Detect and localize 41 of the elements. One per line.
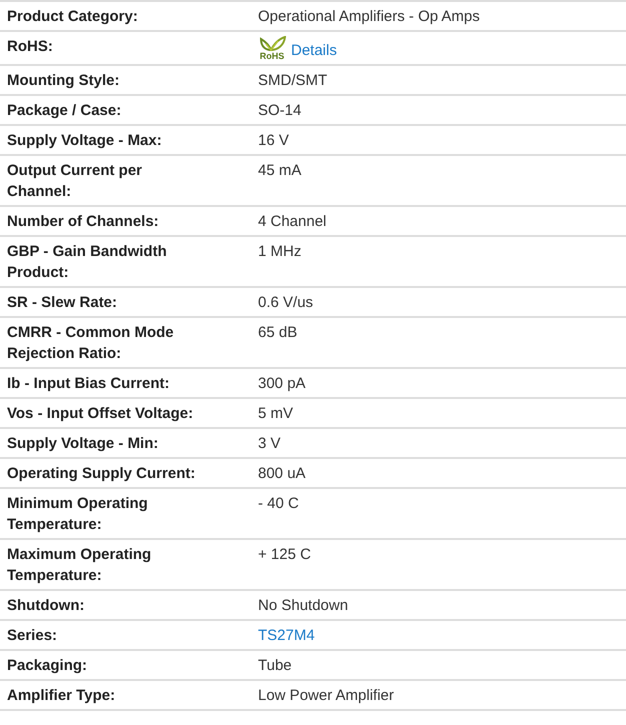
spec-value: Operational Amplifiers - Op Amps <box>258 8 480 25</box>
spec-value: Low Power Amplifier <box>258 687 394 704</box>
spec-label: Mounting Style: <box>7 71 120 91</box>
spec-value: 16 V <box>258 132 289 149</box>
spec-label: Supply Voltage - Max: <box>7 131 162 151</box>
spec-label: CMRR - Common Mode Rejection Ratio: <box>7 323 175 364</box>
rohs-logo: RoHS <box>258 36 286 61</box>
spec-value: + 125 C <box>258 546 311 563</box>
spec-label: Amplifier Type: <box>7 686 116 706</box>
spec-value: No Shutdown <box>258 597 348 614</box>
spec-label: GBP - Gain Bandwidth Product: <box>7 242 168 283</box>
spec-value: 0.6 V/us <box>258 294 314 311</box>
spec-label: Package / Case: <box>7 101 122 121</box>
spec-label: Packaging: <box>7 656 88 676</box>
spec-value: 65 dB <box>258 324 298 341</box>
series-link[interactable]: TS27M4 <box>258 627 315 644</box>
spec-label: Shutdown: <box>7 596 84 616</box>
spec-value: SO-14 <box>258 102 302 119</box>
spec-label: Vos - Input Offset Voltage: <box>7 404 194 424</box>
spec-value: 3 V <box>258 435 281 452</box>
spec-value: 800 uA <box>258 465 306 482</box>
spec-value: 1 MHz <box>258 243 302 260</box>
spec-label: Series: <box>7 626 58 646</box>
spec-label: Ib - Input Bias Current: <box>7 374 170 394</box>
spec-value: - 40 C <box>258 495 299 512</box>
spec-label: Output Current per Channel: <box>7 161 143 202</box>
spec-label: Operating Supply Current: <box>7 464 196 484</box>
spec-label: RoHS: <box>7 37 53 57</box>
details-link[interactable]: Details <box>291 40 337 61</box>
spec-value: 300 pA <box>258 375 306 392</box>
spec-label: Product Category: <box>7 7 138 27</box>
spec-value: 5 mV <box>258 405 294 422</box>
spec-label: SR - Slew Rate: <box>7 293 118 313</box>
spec-label: Maximum Operating Temperature: <box>7 545 152 586</box>
spec-label: Minimum Operating Temperature: <box>7 494 149 535</box>
spec-value: 45 mA <box>258 162 302 179</box>
spec-value: SMD/SMT <box>258 72 328 89</box>
spec-label: Supply Voltage - Min: <box>7 434 158 454</box>
spec-value: 4 Channel <box>258 213 326 230</box>
spec-label: Number of Channels: <box>7 212 159 232</box>
spec-value: Tube <box>258 657 292 674</box>
